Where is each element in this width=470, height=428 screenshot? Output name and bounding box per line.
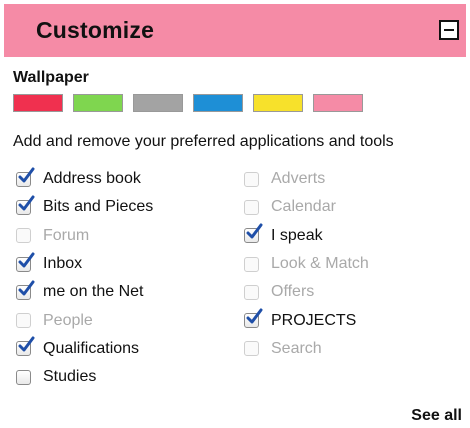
- checkmark-icon: [18, 195, 35, 211]
- checkmark-icon: [18, 252, 35, 268]
- checkmark-icon: [18, 280, 35, 296]
- app-checkbox[interactable]: [244, 284, 259, 300]
- app-option-search[interactable]: Search: [244, 335, 444, 363]
- app-label: Look & Match: [271, 255, 369, 273]
- app-option-studies[interactable]: Studies: [16, 363, 244, 391]
- checkmark-icon: [246, 223, 263, 239]
- app-label: Forum: [43, 226, 90, 244]
- app-checkbox[interactable]: [244, 308, 263, 329]
- checkmark-icon: [18, 336, 35, 352]
- app-checkbox[interactable]: [244, 199, 259, 215]
- app-option-projects[interactable]: PROJECTS: [244, 306, 444, 334]
- app-label: Calendar: [271, 198, 336, 216]
- app-option-qualifications[interactable]: Qualifications: [16, 335, 244, 363]
- app-option-forum[interactable]: Forum: [16, 222, 244, 250]
- app-checkbox[interactable]: [16, 280, 35, 300]
- wallpaper-label: Wallpaper: [13, 69, 89, 86]
- app-checkbox[interactable]: [16, 336, 35, 357]
- wallpaper-swatch-red[interactable]: [13, 94, 63, 112]
- app-checkbox[interactable]: [16, 228, 31, 244]
- wallpaper-swatches: [13, 94, 363, 113]
- collapse-button[interactable]: [439, 20, 459, 40]
- app-label: Bits and Pieces: [43, 198, 154, 216]
- app-option-adverts[interactable]: Adverts: [244, 165, 444, 193]
- app-option-offers[interactable]: Offers: [244, 278, 444, 306]
- app-label: I speak: [271, 226, 323, 244]
- app-checkbox[interactable]: [244, 223, 263, 244]
- wallpaper-swatch-blue[interactable]: [193, 94, 243, 112]
- wallpaper-swatch-gray[interactable]: [133, 94, 183, 112]
- app-label: Address book: [43, 170, 141, 188]
- app-option-people[interactable]: People: [16, 306, 244, 334]
- app-checkbox[interactable]: [16, 167, 35, 187]
- app-option-inbox[interactable]: Inbox: [16, 250, 244, 278]
- wallpaper-swatch-yellow[interactable]: [253, 94, 303, 112]
- app-label: People: [43, 311, 93, 329]
- applications-list: Address book Adverts Bits and Pieces Calend…: [16, 165, 444, 391]
- app-checkbox[interactable]: [16, 313, 31, 329]
- panel-title: Customize: [36, 17, 155, 43]
- checkmark-icon: [18, 167, 35, 183]
- app-label: Inbox: [43, 255, 83, 273]
- app-option-address-book[interactable]: Address book: [16, 165, 244, 193]
- applications-instructions: Add and remove your preferred applicatio…: [13, 133, 394, 150]
- app-label: Qualifications: [43, 339, 140, 357]
- app-label: Offers: [271, 283, 315, 301]
- app-label: Adverts: [271, 170, 326, 188]
- app-checkbox[interactable]: [16, 369, 31, 385]
- see-all-link[interactable]: See all: [411, 407, 462, 425]
- wallpaper-swatch-green[interactable]: [73, 94, 123, 112]
- app-label: Studies: [43, 368, 97, 386]
- app-label: me on the Net: [43, 283, 144, 301]
- app-checkbox[interactable]: [244, 171, 259, 187]
- app-label: Search: [271, 339, 322, 357]
- app-checkbox[interactable]: [16, 195, 35, 215]
- checkmark-icon: [246, 308, 263, 324]
- app-option-bits-and-pieces[interactable]: Bits and Pieces: [16, 193, 244, 221]
- app-option-calendar[interactable]: Calendar: [244, 193, 444, 221]
- app-option-look-match[interactable]: Look & Match: [244, 250, 444, 278]
- app-option-i-speak[interactable]: I speak: [244, 222, 444, 250]
- app-checkbox[interactable]: [244, 341, 259, 357]
- customize-panel-header: Customize: [4, 4, 466, 57]
- app-checkbox[interactable]: [244, 256, 259, 272]
- wallpaper-swatch-pink[interactable]: [313, 94, 363, 112]
- app-option-me-on-the-net[interactable]: me on the Net: [16, 278, 244, 306]
- app-label: PROJECTS: [271, 311, 357, 329]
- app-checkbox[interactable]: [16, 252, 35, 272]
